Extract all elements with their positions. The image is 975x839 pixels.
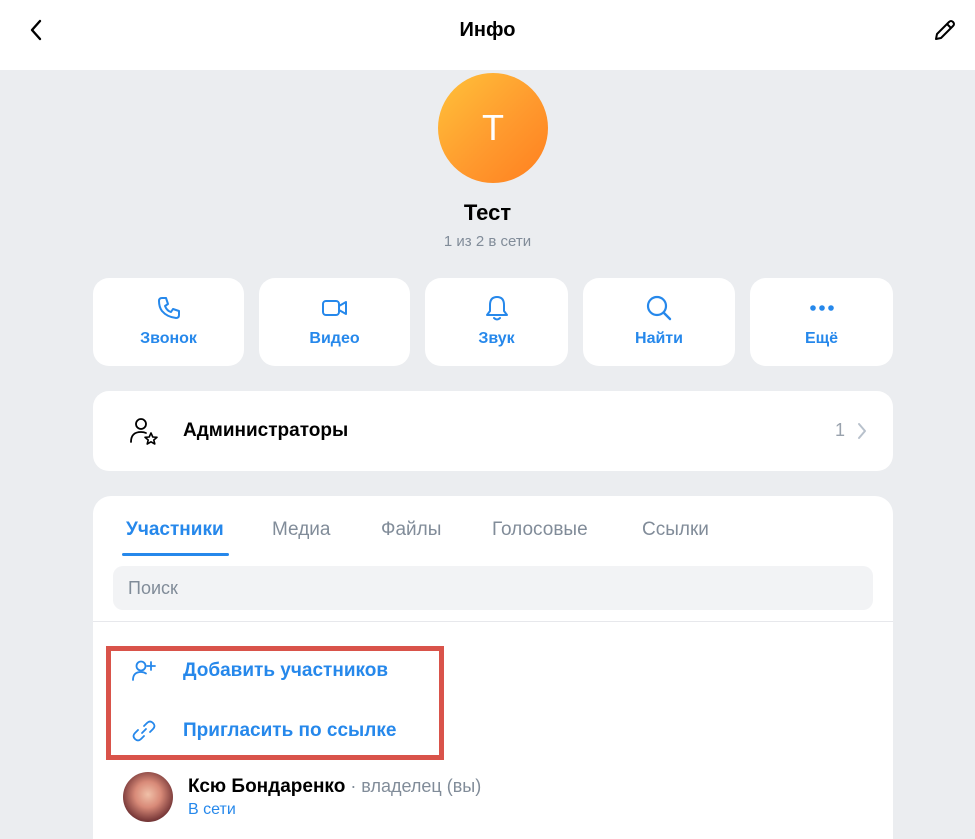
- tab-voice[interactable]: Голосовые: [492, 519, 588, 541]
- find-button[interactable]: Найти: [583, 278, 735, 366]
- pencil-icon: [935, 20, 955, 40]
- chat-online-status: 1 из 2 в сети: [443, 233, 532, 250]
- tab-members[interactable]: Участники: [126, 519, 224, 541]
- sound-button[interactable]: Звук: [425, 278, 568, 366]
- edit-button[interactable]: [931, 16, 959, 44]
- invite-link-label: Пригласить по ссылке: [183, 720, 397, 741]
- member-role: · владелец (вы): [345, 776, 482, 796]
- member-name: Ксю Бондаренко: [188, 776, 346, 797]
- avatar: [123, 772, 173, 822]
- video-button-label: Видео: [309, 330, 360, 347]
- tab-files[interactable]: Файлы: [381, 519, 441, 541]
- more-button-label: Ещё: [804, 330, 839, 347]
- search-input[interactable]: [113, 566, 873, 610]
- active-tab-indicator: [122, 553, 229, 556]
- action-buttons-row: Звонок Видео Звук Найти Ещё: [0, 278, 975, 366]
- chat-name: Тест: [463, 200, 512, 225]
- user-add-icon: [132, 660, 156, 681]
- administrators-count: 1: [834, 420, 845, 440]
- search-icon: [646, 295, 672, 321]
- administrators-label: Администраторы: [183, 420, 349, 441]
- chevron-right-icon: [858, 423, 866, 439]
- call-button-label: Звонок: [140, 330, 197, 347]
- call-button[interactable]: Звонок: [93, 278, 244, 366]
- invite-link-button[interactable]: Пригласить по ссылке: [93, 707, 893, 755]
- tab-media[interactable]: Медиа: [272, 519, 330, 541]
- page-title: Инфо: [459, 19, 516, 41]
- more-dots-icon: [809, 305, 834, 311]
- add-members-button[interactable]: Добавить участников: [93, 647, 893, 695]
- chat-avatar-letter: Т: [482, 107, 504, 148]
- video-button[interactable]: Видео: [259, 278, 410, 366]
- find-button-label: Найти: [635, 330, 683, 347]
- sound-button-label: Звук: [478, 330, 515, 347]
- phone-icon: [157, 297, 180, 319]
- administrators-row[interactable]: Администраторы 1: [93, 391, 893, 471]
- chat-avatar[interactable]: Т: [438, 73, 548, 183]
- user-star-icon: [130, 418, 158, 445]
- link-icon: [132, 720, 156, 742]
- bell-icon: [485, 296, 508, 321]
- video-camera-icon: [321, 300, 347, 316]
- member-row[interactable]: Ксю Бондаренко · владелец (вы) В сети: [93, 766, 893, 828]
- header-bar: Инфо: [0, 0, 975, 70]
- add-members-label: Добавить участников: [183, 660, 389, 681]
- more-button[interactable]: Ещё: [750, 278, 893, 366]
- member-status: В сети: [188, 801, 236, 818]
- member-name-line: Ксю Бондаренко · владелец (вы): [188, 776, 481, 798]
- tab-bar: Участники Медиа Файлы Голосовые Ссылки: [93, 496, 893, 556]
- divider: [93, 621, 893, 622]
- tab-links[interactable]: Ссылки: [642, 519, 709, 541]
